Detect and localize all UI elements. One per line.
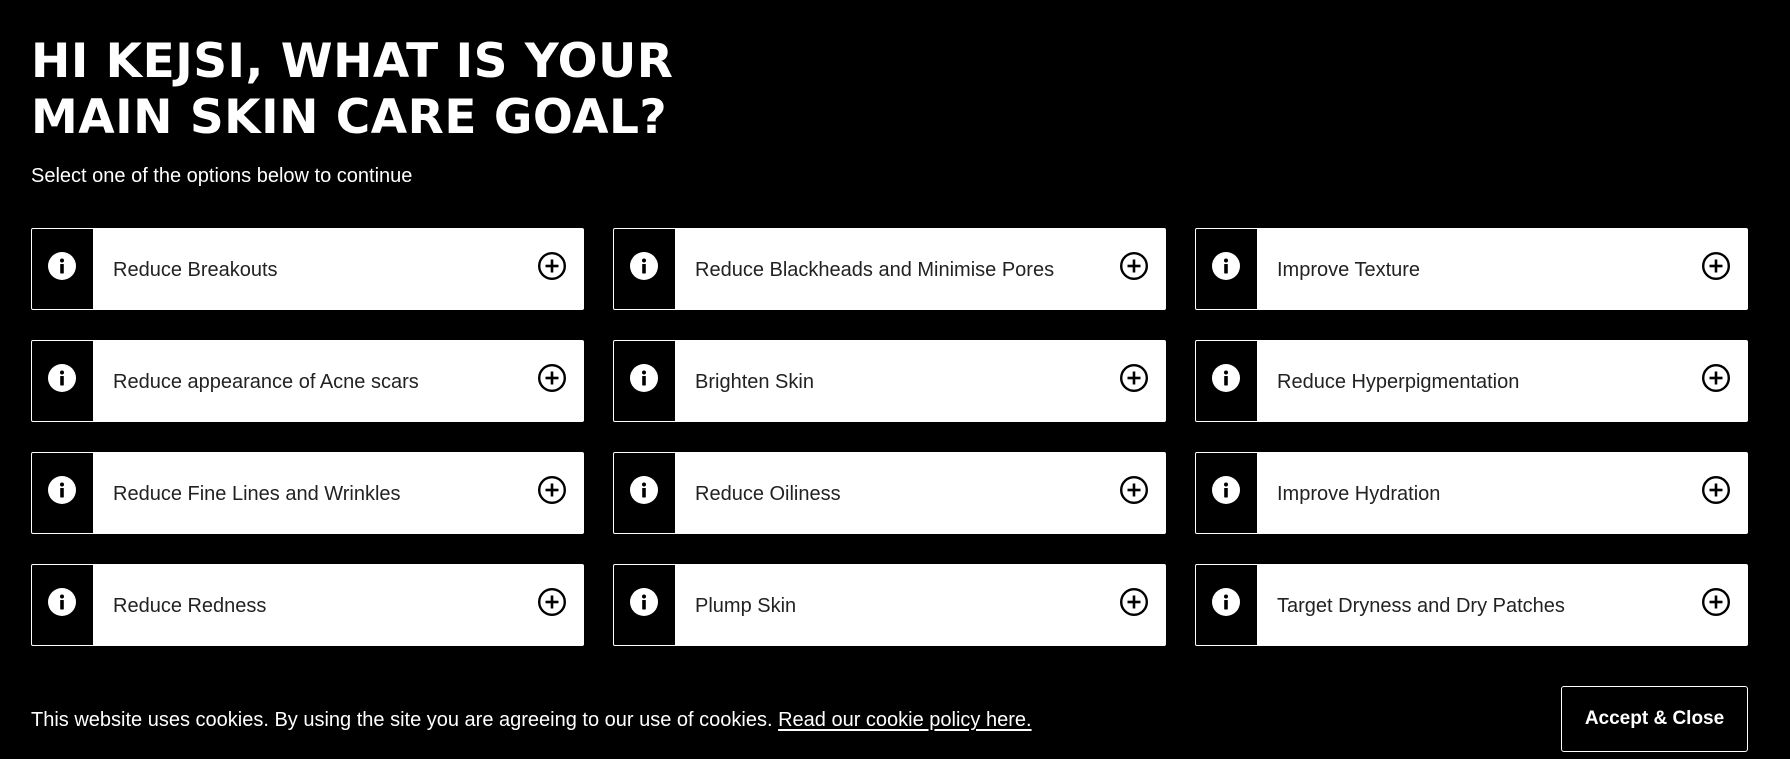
goal-option-label: Reduce Hyperpigmentation [1277,371,1520,393]
goal-option-card[interactable]: Reduce Fine Lines and Wrinkles [31,452,584,534]
goal-option-card[interactable]: Plump Skin [613,564,1166,646]
goal-option-label: Reduce Breakouts [113,259,278,281]
goal-option-label: Reduce appearance of Acne scars [113,371,419,393]
plus-circle-icon[interactable] [1119,475,1149,505]
info-button[interactable] [614,341,675,421]
info-button[interactable] [32,341,93,421]
cookie-message-text: This website uses cookies. By using the … [31,709,773,731]
plus-circle-icon[interactable] [537,475,567,505]
page-header: HI KEJSI, WHAT IS YOUR MAIN SKIN CARE GO… [31,34,791,188]
plus-circle-icon[interactable] [537,251,567,281]
page-subtitle: Select one of the options below to conti… [31,165,413,187]
goal-option-label: Improve Hydration [1277,483,1441,505]
info-icon [1212,588,1240,616]
info-button[interactable] [32,453,93,533]
goal-option-label: Reduce Fine Lines and Wrinkles [113,483,401,505]
plus-circle-icon[interactable] [1701,475,1731,505]
goal-option-card[interactable]: Reduce Oiliness [613,452,1166,534]
page-title: HI KEJSI, WHAT IS YOUR MAIN SKIN CARE GO… [31,34,674,145]
goal-option-card[interactable]: Improve Texture [1195,228,1748,310]
goal-option-card[interactable]: Reduce Breakouts [31,228,584,310]
info-button[interactable] [1196,229,1257,309]
accept-close-button[interactable]: Accept & Close [1561,686,1748,752]
plus-circle-icon[interactable] [537,363,567,393]
info-button[interactable] [614,453,675,533]
info-icon [1212,476,1240,504]
plus-circle-icon[interactable] [1701,251,1731,281]
goal-option-label: Reduce Blackheads and Minimise Pores [695,259,1055,281]
info-icon [630,476,658,504]
goal-option-label: Plump Skin [695,595,797,617]
info-icon [630,252,658,280]
info-icon [1212,364,1240,392]
info-icon [630,364,658,392]
goal-option-card[interactable]: Improve Hydration [1195,452,1748,534]
info-icon [48,252,76,280]
goal-option-card[interactable]: Reduce Redness [31,564,584,646]
info-icon [630,588,658,616]
cookie-banner: This website uses cookies. By using the … [0,680,1790,759]
plus-circle-icon[interactable] [537,587,567,617]
info-icon [48,476,76,504]
info-button[interactable] [614,565,675,645]
goal-option-card[interactable]: Reduce Blackheads and Minimise Pores [613,228,1166,310]
info-button[interactable] [32,565,93,645]
goal-option-card[interactable]: Reduce appearance of Acne scars [31,340,584,422]
info-button[interactable] [614,229,675,309]
plus-circle-icon[interactable] [1701,587,1731,617]
plus-circle-icon[interactable] [1701,363,1731,393]
goal-option-card[interactable]: Target Dryness and Dry Patches [1195,564,1748,646]
plus-circle-icon[interactable] [1119,251,1149,281]
info-button[interactable] [32,229,93,309]
info-icon [48,588,76,616]
plus-circle-icon[interactable] [1119,363,1149,393]
info-icon [1212,252,1240,280]
goal-option-card[interactable]: Brighten Skin [613,340,1166,422]
cookie-policy-link[interactable]: Read our cookie policy here. [778,709,1031,731]
goal-option-label: Target Dryness and Dry Patches [1277,595,1565,617]
info-button[interactable] [1196,565,1257,645]
goal-option-card[interactable]: Reduce Hyperpigmentation [1195,340,1748,422]
info-button[interactable] [1196,341,1257,421]
info-button[interactable] [1196,453,1257,533]
goal-option-label: Improve Texture [1277,259,1421,281]
goal-option-label: Reduce Oiliness [695,483,841,505]
goal-options-grid: Reduce Breakouts Reduce Blackheads and Mi… [31,228,1748,646]
info-icon [48,364,76,392]
goal-option-label: Brighten Skin [695,371,814,393]
plus-circle-icon[interactable] [1119,587,1149,617]
cookie-message: This website uses cookies. By using the … [31,708,1032,732]
goal-option-label: Reduce Redness [113,595,267,617]
